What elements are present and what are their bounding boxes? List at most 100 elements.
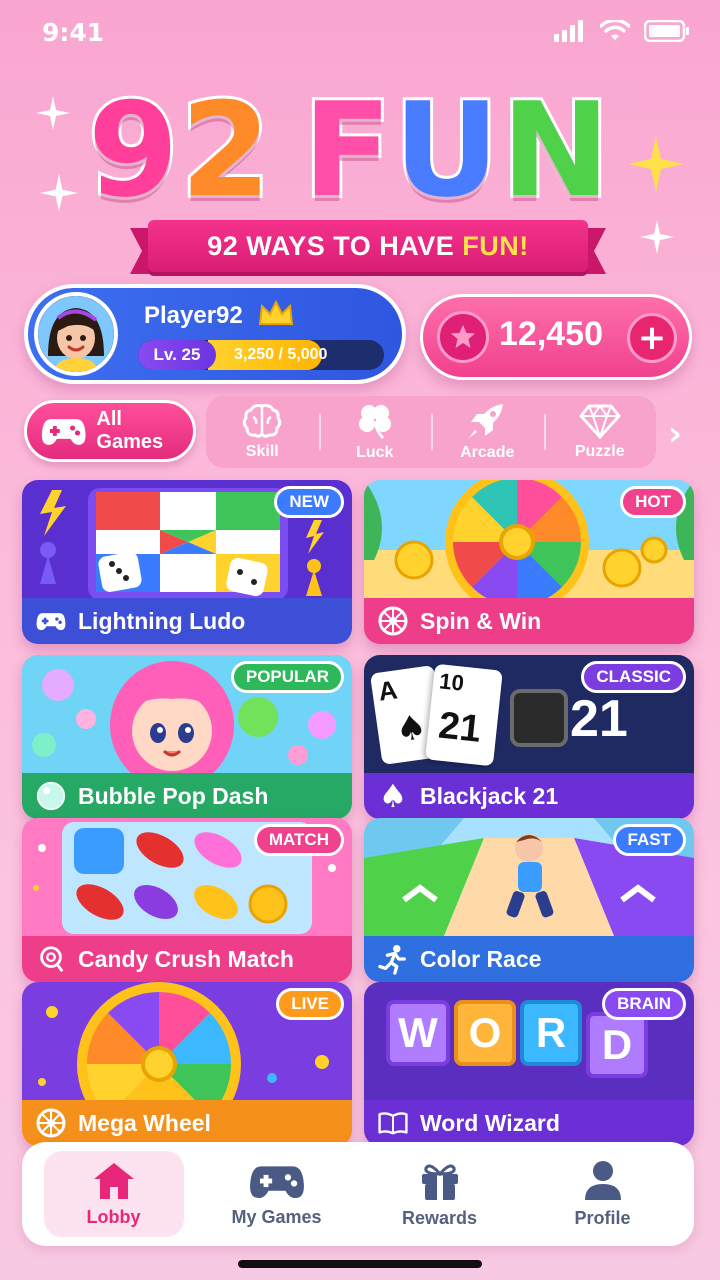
battery-icon <box>644 20 689 42</box>
game-footer: Word Wizard <box>364 1100 694 1146</box>
game-card-blackjack[interactable]: A ♠ 10 21 21 CLASSIC ♠ Blackjack 21 <box>364 655 694 819</box>
filter-all-games[interactable]: All Games <box>24 400 196 462</box>
category-arcade-label: Arcade <box>460 444 515 461</box>
game-footer: Mega Wheel <box>22 1100 352 1146</box>
sparkle-icon <box>40 174 78 212</box>
xp-text: 3,250 / 5,000 <box>234 346 328 363</box>
avatar[interactable] <box>34 292 118 376</box>
crown-icon <box>258 300 294 325</box>
game-footer: Spin & Win <box>364 598 694 644</box>
game-title: Spin & Win <box>420 607 542 634</box>
category-filters: Skill Luck Arcade Puzzle <box>206 396 656 468</box>
category-puzzle[interactable]: Puzzle <box>543 396 657 468</box>
game-card-spin-win[interactable]: HOT Spin & Win <box>364 480 694 644</box>
spade-icon: ♠ <box>393 706 430 751</box>
letter-tile: R <box>520 1000 582 1066</box>
card-rank: A <box>376 674 400 707</box>
game-footer: Candy Crush Match <box>22 936 352 982</box>
runner-icon <box>378 944 408 975</box>
card-sum: 21 <box>436 704 484 751</box>
candy-icon <box>36 944 66 974</box>
game-footer: ♠ Blackjack 21 <box>364 773 694 819</box>
game-card-word-wizard[interactable]: W O R D BRAIN Word Wizard <box>364 982 694 1146</box>
game-footer: Lightning Ludo <box>22 598 352 644</box>
game-footer: Color Race <box>364 936 694 982</box>
category-luck-label: Luck <box>356 444 394 461</box>
logo-text: 92FUN <box>85 71 613 229</box>
game-title: Candy Crush Match <box>78 945 294 972</box>
sum-display: 21 <box>570 690 628 748</box>
game-badge: HOT <box>620 486 686 518</box>
game-badge: BRAIN <box>602 988 686 1020</box>
letter-tile: O <box>454 1000 516 1066</box>
game-title: Color Race <box>420 945 542 972</box>
game-card-color-race[interactable]: FAST Color Race <box>364 818 694 982</box>
card-rank: 10 <box>438 668 466 696</box>
tagline: 92 WAYS TO HAVE FUN! <box>207 230 529 261</box>
spade-icon: ♠ <box>378 777 408 815</box>
add-coins-button[interactable]: + <box>627 313 677 363</box>
game-badge: NEW <box>274 486 344 518</box>
nav-my-games[interactable]: My Games <box>207 1151 347 1237</box>
game-title: Mega Wheel <box>78 1109 211 1136</box>
game-title: Lightning Ludo <box>78 607 246 634</box>
letter-tile: D <box>586 1012 648 1078</box>
category-arcade[interactable]: Arcade <box>431 396 544 468</box>
playing-card-ten: 10 21 <box>425 663 503 767</box>
chevron-right-icon[interactable]: › <box>668 414 682 454</box>
nav-rewards[interactable]: Rewards <box>370 1151 510 1237</box>
clover-icon <box>358 405 391 440</box>
sparkle-icon <box>628 136 684 192</box>
category-puzzle-label: Puzzle <box>574 443 625 460</box>
nav-lobby[interactable]: Lobby <box>43 1151 184 1237</box>
gamepad-icon <box>249 1165 304 1198</box>
chip-icon <box>510 689 568 747</box>
status-bar: 9:41 <box>0 0 720 64</box>
home-indicator <box>238 1260 482 1268</box>
game-title: Blackjack 21 <box>420 782 559 809</box>
wheel-icon <box>378 606 408 636</box>
gamepad-icon <box>41 419 86 445</box>
nav-lobby-label: Lobby <box>86 1206 141 1227</box>
home-icon <box>93 1162 134 1199</box>
signal-icon <box>554 20 583 42</box>
status-time: 9:41 <box>42 18 105 47</box>
bottom-nav: Lobby My Games Rewards Profile <box>22 1142 694 1246</box>
game-badge: LIVE <box>276 988 344 1020</box>
gamepad-icon <box>36 606 66 636</box>
game-card-mega-wheel[interactable]: LIVE Mega Wheel <box>22 982 352 1146</box>
bubble-icon <box>36 781 66 811</box>
gift-icon <box>421 1164 458 1200</box>
nav-my-games-label: My Games <box>231 1206 322 1227</box>
game-badge: MATCH <box>253 824 344 856</box>
game-card-candy-crush[interactable]: MATCH Candy Crush Match <box>22 818 352 982</box>
status-icons <box>554 20 690 42</box>
player-card[interactable]: Player92 Lv. 25 3,250 / 5,000 <box>24 284 406 384</box>
wifi-icon <box>600 20 630 40</box>
game-card-lightning-ludo[interactable]: NEW Lightning Ludo <box>22 480 352 644</box>
category-luck[interactable]: Luck <box>318 396 432 468</box>
book-icon <box>378 1108 408 1138</box>
category-skill[interactable]: Skill <box>206 396 319 468</box>
game-footer: Bubble Pop Dash <box>22 773 352 819</box>
coin-value: 12,450 <box>499 315 603 353</box>
rocket-icon <box>469 404 504 438</box>
xp-progress-bar: Lv. 25 3,250 / 5,000 <box>138 340 384 370</box>
letter-tile: W <box>386 1000 450 1066</box>
coin-balance[interactable]: 12,450 + <box>420 294 692 380</box>
wheel-icon <box>36 1108 66 1138</box>
game-badge: POPULAR <box>230 661 344 693</box>
star-coin-icon <box>437 311 489 363</box>
player-name: Player92 <box>144 302 243 329</box>
level-badge: Lv. 25 <box>138 340 216 370</box>
filter-all-label: All Games <box>96 408 164 453</box>
game-card-bubble-pop[interactable]: POPULAR Bubble Pop Dash <box>22 655 352 819</box>
app-logo: 92FUN <box>0 70 720 254</box>
nav-profile[interactable]: Profile <box>533 1151 673 1237</box>
game-badge: CLASSIC <box>581 661 686 693</box>
person-icon <box>584 1160 621 1200</box>
nav-rewards-label: Rewards <box>401 1207 478 1228</box>
nav-profile-label: Profile <box>574 1207 631 1228</box>
tagline-ribbon: 92 WAYS TO HAVE FUN! <box>148 220 588 272</box>
category-skill-label: Skill <box>245 443 279 460</box>
